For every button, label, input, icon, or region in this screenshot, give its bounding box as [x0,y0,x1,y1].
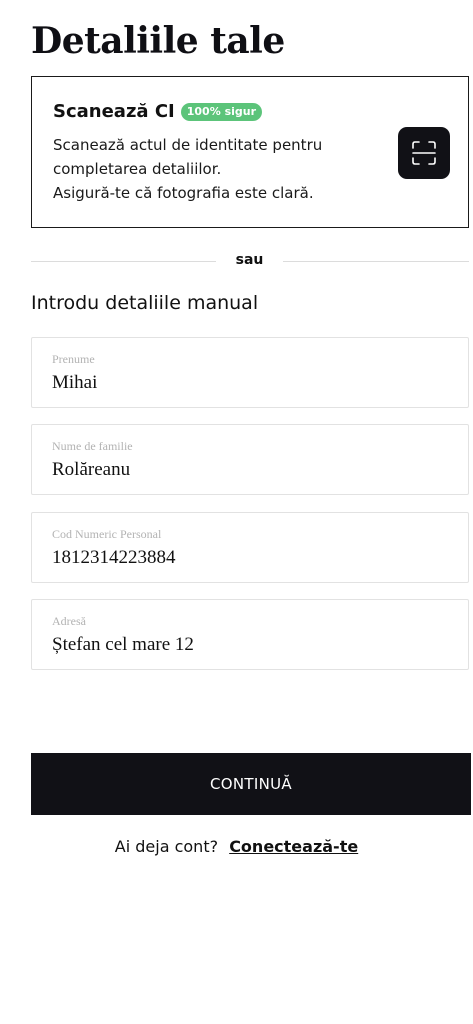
login-link[interactable]: Conectează-te [229,837,358,856]
or-divider: sau [31,250,469,274]
cnp-label: Cod Numeric Personal [52,527,162,541]
divider-text: sau [235,252,264,268]
address-field[interactable]: Adresă [31,599,469,670]
page-title: Detaliile tale [31,20,285,62]
login-row: Ai deja cont? Conectează-te [0,837,473,856]
divider-line-right [283,261,469,262]
scan-title-row: Scanează CI 100% sigur [53,101,263,122]
scan-id-card[interactable]: Scanează CI 100% sigur Scanează actul de… [31,76,469,228]
divider-line-left [31,261,216,262]
first-name-label: Prenume [52,352,95,366]
last-name-field[interactable]: Nume de familie [31,424,469,495]
secure-badge: 100% sigur [180,102,263,121]
last-name-input[interactable] [52,459,452,481]
address-label: Adresă [52,614,86,628]
cnp-field[interactable]: Cod Numeric Personal [31,512,469,583]
manual-section-heading: Introdu detaliile manual [31,292,259,314]
last-name-label: Nume de familie [52,439,133,453]
scan-icon [412,141,436,165]
first-name-input[interactable] [52,372,452,394]
continue-button[interactable]: CONTINUĂ [31,753,471,815]
cnp-input[interactable] [52,547,452,569]
scan-description-line2: Asigură-te că fotografia este clară. [53,184,314,202]
scan-title: Scanează CI [53,101,175,122]
scan-button[interactable] [398,127,450,179]
login-prompt: Ai deja cont? [114,837,219,856]
address-input[interactable] [52,634,452,656]
scan-description-line1: Scanează actul de identitate pentru comp… [53,136,323,178]
scan-description: Scanează actul de identitate pentru comp… [53,133,388,205]
first-name-field[interactable]: Prenume [31,337,469,408]
